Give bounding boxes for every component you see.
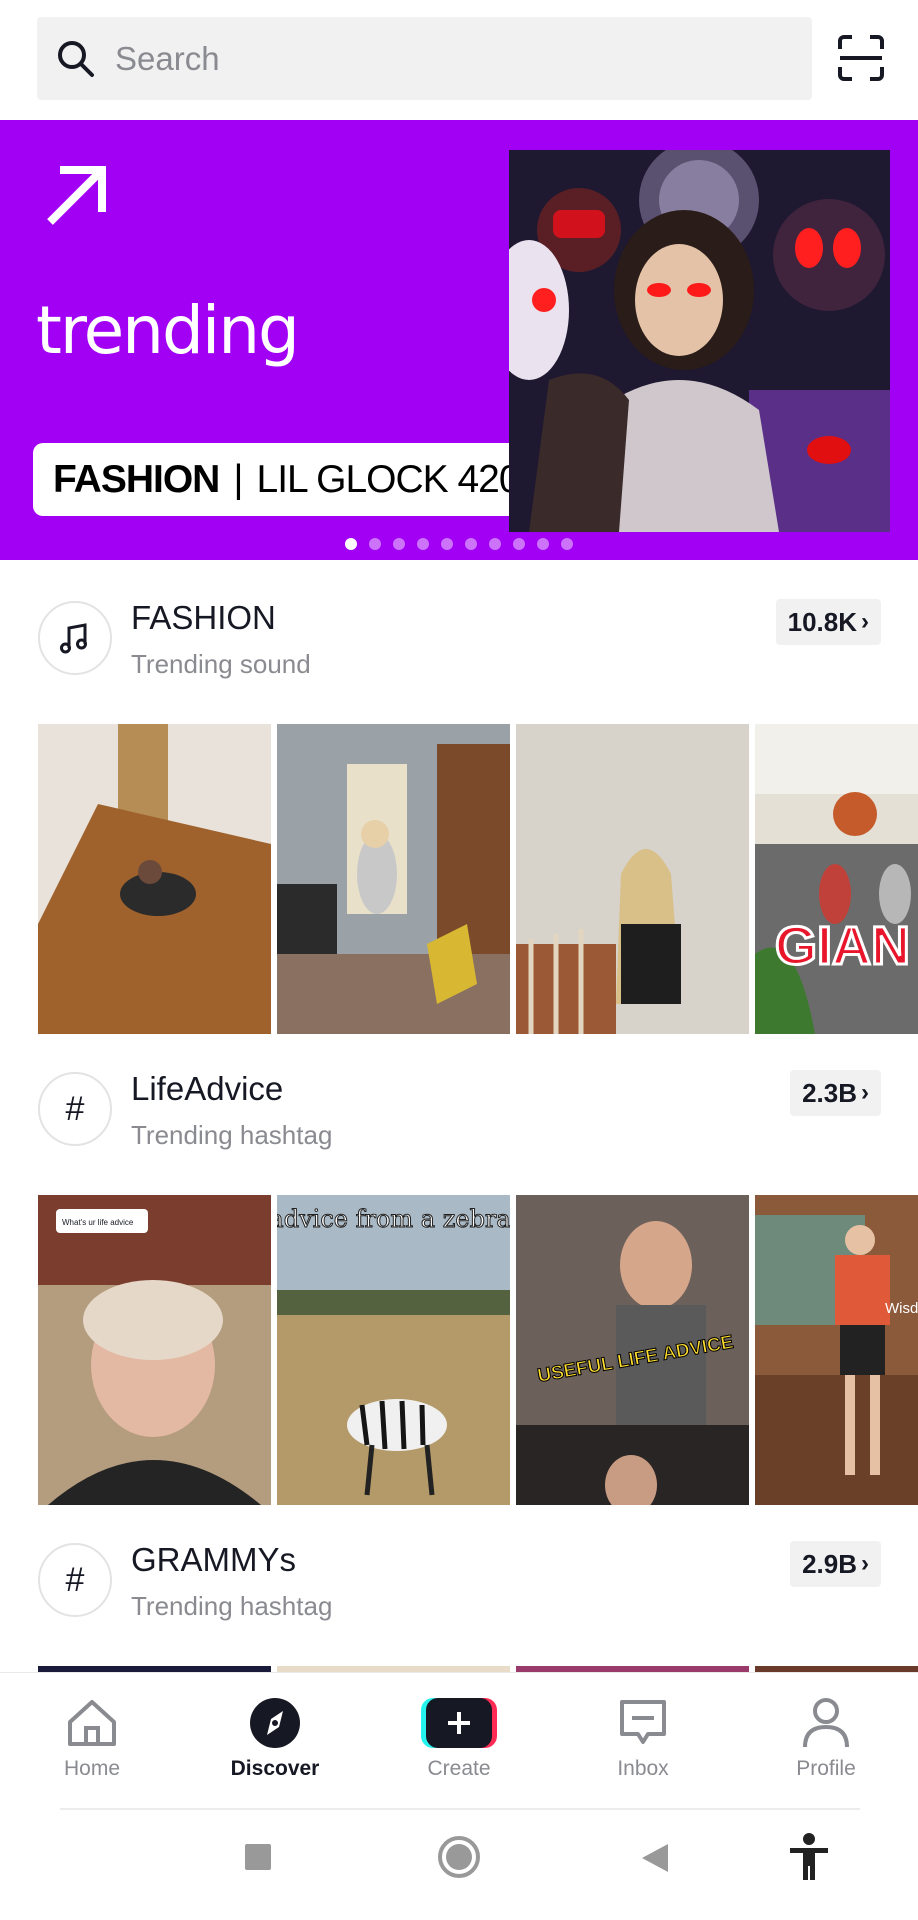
video-thumbnail[interactable]: What's ur life advice: [38, 1195, 271, 1505]
trending-section-lifeadvice: # LifeAdvice Trending hashtag 2.3B › Wha…: [0, 1032, 918, 1512]
search-icon: [58, 40, 94, 77]
trending-arrow-icon: [47, 166, 106, 225]
video-thumbnail[interactable]: USEFUL LIFE ADVICE: [516, 1195, 749, 1505]
nav-label: Inbox: [617, 1757, 669, 1780]
inbox-icon: [618, 1697, 668, 1749]
search-bar[interactable]: [37, 17, 812, 100]
video-thumbnail[interactable]: [38, 724, 271, 1034]
nav-inbox[interactable]: Inbox: [568, 1673, 718, 1811]
banner-title: trending: [36, 292, 300, 369]
trending-banner[interactable]: trending FASHION | LIL GLOCK 420: [0, 120, 918, 560]
view-count-button[interactable]: 2.3B ›: [790, 1070, 881, 1116]
pill-category: FASHION: [53, 457, 220, 501]
section-subtitle: Trending sound: [131, 649, 311, 679]
video-thumbnail[interactable]: GIAN: [755, 724, 918, 1034]
home-icon: [64, 1697, 120, 1749]
video-thumbnail[interactable]: [516, 724, 749, 1034]
video-thumbnail[interactable]: Wisdom Wednesday: [755, 1195, 918, 1505]
chevron-right-icon: ›: [861, 1550, 869, 1577]
video-thumbnails: GIAN: [38, 724, 918, 1034]
thumbnail-caption: GIAN: [775, 916, 910, 976]
banner-sound-pill: FASHION | LIL GLOCK 420: [33, 443, 540, 516]
section-subtitle: Trending hashtag: [131, 1591, 333, 1621]
section-title: FASHION: [131, 599, 276, 636]
section-title: LifeAdvice: [131, 1070, 284, 1107]
nav-discover[interactable]: Discover: [200, 1673, 350, 1811]
video-thumbnails: What's ur life advice life advice from a…: [38, 1195, 918, 1505]
carousel-dot[interactable]: [489, 538, 501, 550]
scan-icon[interactable]: [836, 33, 886, 83]
profile-icon: [801, 1697, 851, 1749]
trending-section-grammys: # GRAMMYs Trending hashtag 2.9B ›: [0, 1503, 918, 1672]
music-note-icon: [38, 601, 112, 675]
carousel-dot[interactable]: [537, 538, 549, 550]
section-header[interactable]: # GRAMMYs Trending hashtag 2.9B ›: [0, 1503, 918, 1663]
trending-section-fashion: FASHION Trending sound 10.8K › GIAN: [0, 561, 918, 1041]
nav-label: Home: [63, 1757, 121, 1780]
plus-icon: [419, 1697, 499, 1749]
section-subtitle: Trending hashtag: [131, 1120, 333, 1150]
view-count-button[interactable]: 2.9B ›: [790, 1541, 881, 1587]
accessibility-icon[interactable]: [784, 1832, 834, 1882]
home-circle-icon[interactable]: [436, 1834, 482, 1880]
back-icon[interactable]: [640, 1842, 670, 1874]
view-count: 10.8K: [787, 606, 857, 637]
pill-separator: |: [233, 457, 243, 501]
video-thumbnail[interactable]: life advice from a zebra calf: [277, 1195, 510, 1505]
view-count: 2.3B: [802, 1077, 857, 1108]
chevron-right-icon: ›: [861, 1079, 869, 1106]
hashtag-icon: #: [38, 1543, 112, 1617]
nav-home[interactable]: Home: [17, 1673, 167, 1811]
carousel-dot[interactable]: [393, 538, 405, 550]
hashtag-icon: #: [38, 1072, 112, 1146]
thumbnail-caption: Wisdom Wednesday: [885, 1300, 918, 1317]
view-count-button[interactable]: 10.8K ›: [775, 599, 881, 645]
nav-create[interactable]: Create: [384, 1673, 534, 1811]
nav-profile[interactable]: Profile: [751, 1673, 901, 1811]
carousel-dot[interactable]: [465, 538, 477, 550]
thumbnail-caption: What's ur life advice: [62, 1218, 134, 1227]
carousel-dot[interactable]: [369, 538, 381, 550]
carousel-dot[interactable]: [561, 538, 573, 550]
compass-icon: [249, 1697, 301, 1749]
nav-label: Create: [427, 1757, 491, 1780]
carousel-dots[interactable]: [345, 538, 573, 550]
view-count: 2.9B: [802, 1548, 857, 1579]
nav-label: Profile: [796, 1757, 856, 1780]
nav-divider: [60, 1808, 860, 1810]
search-input[interactable]: [115, 39, 715, 78]
banner-artwork: [509, 150, 890, 532]
carousel-dot[interactable]: [441, 538, 453, 550]
carousel-dot[interactable]: [345, 538, 357, 550]
nav-label: Discover: [230, 1757, 320, 1780]
chevron-right-icon: ›: [861, 608, 869, 635]
thumbnail-caption: life advice from a zebra calf: [277, 1205, 510, 1233]
recent-apps-icon[interactable]: [243, 1842, 273, 1872]
carousel-dot[interactable]: [513, 538, 525, 550]
section-title: GRAMMYs: [131, 1541, 296, 1578]
section-header[interactable]: # LifeAdvice Trending hashtag 2.3B ›: [0, 1032, 918, 1192]
pill-artist: LIL GLOCK 420: [256, 457, 521, 501]
section-header[interactable]: FASHION Trending sound 10.8K ›: [0, 561, 918, 721]
carousel-dot[interactable]: [417, 538, 429, 550]
system-navigation-bar: [0, 1812, 918, 1920]
top-bar: [0, 0, 918, 120]
video-thumbnail[interactable]: [277, 724, 510, 1034]
bottom-navigation: Home Discover Create Inbox Profile: [0, 1672, 918, 1810]
